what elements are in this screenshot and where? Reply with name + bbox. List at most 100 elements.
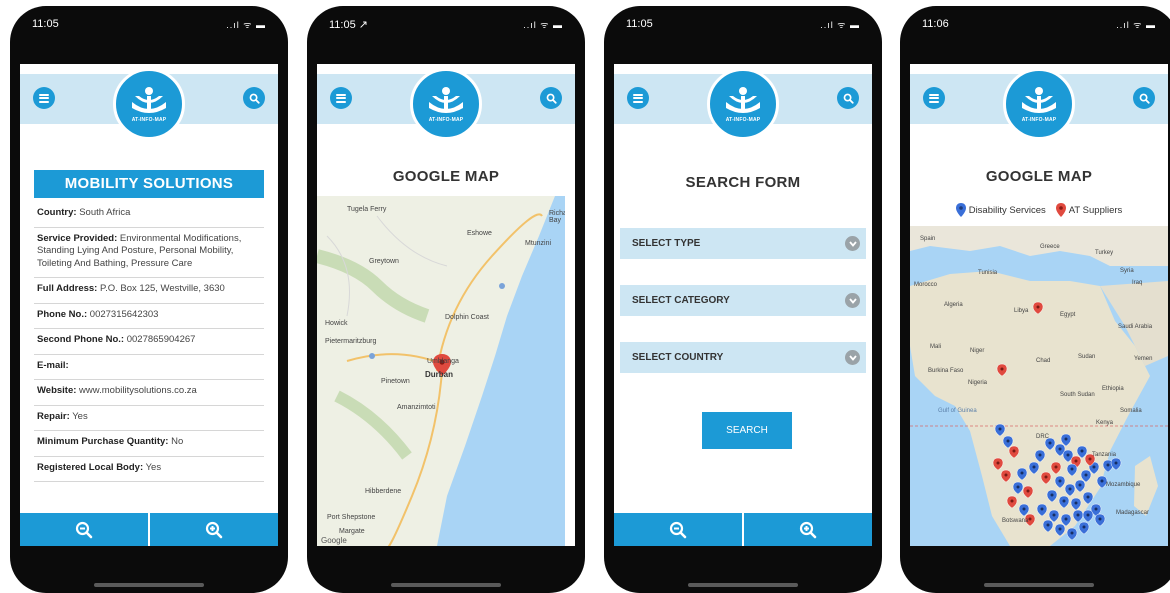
zoom-bar xyxy=(20,513,278,546)
logo-text: AT-INFO-MAP xyxy=(725,116,761,123)
map-screen: AT-INFO-MAP GOOGLE MAP Tugela Ferry Rich… xyxy=(317,64,575,546)
logo-text: AT-INFO-MAP xyxy=(428,116,464,123)
status-time: 11:05 xyxy=(626,18,653,30)
map-label: Mtunzini xyxy=(525,240,552,247)
select-category[interactable]: SELECT CATEGORY xyxy=(620,285,866,316)
detail-row-second-phone[interactable]: Second Phone No.: 0027865904267 xyxy=(34,329,264,355)
map-label: Richards Bay xyxy=(549,210,565,224)
zoom-out-icon xyxy=(75,521,93,538)
chevron-down-icon xyxy=(845,350,860,365)
detail-row-registered: Registered Local Body: Yes xyxy=(34,457,264,482)
detail-row-website[interactable]: Website: www.mobilitysolutions.co.za xyxy=(34,380,264,406)
menu-icon[interactable] xyxy=(330,87,352,109)
app-logo: AT-INFO-MAP xyxy=(410,68,482,140)
phone-frame-details: 11:05 ..ıl ᯤ ▬ AT-INFO-MAP MOBILITY SOLU… xyxy=(10,6,288,593)
search-icon[interactable] xyxy=(837,87,859,109)
chevron-down-icon xyxy=(845,293,860,308)
map-label: Tugela Ferry xyxy=(347,206,387,213)
zoom-out-button[interactable] xyxy=(20,513,148,546)
zoom-in-button[interactable] xyxy=(742,513,872,546)
map-label: Algeria xyxy=(944,302,963,308)
map-label: Nigeria xyxy=(968,380,988,386)
status-icons: ..ıl ᯤ ▬ xyxy=(523,20,563,30)
map-label: Greytown xyxy=(369,258,399,265)
app-logo: AT-INFO-MAP xyxy=(113,68,185,140)
map-label: Port Shepstone xyxy=(327,514,376,521)
legend-disability: Disability Services xyxy=(955,203,1046,217)
map-label: Saudi Arabia xyxy=(1118,324,1153,330)
map-label: Eshowe xyxy=(467,230,492,237)
google-map[interactable]: Tugela Ferry Richards Bay Eshowe Mtunzin… xyxy=(317,196,565,546)
map-label: Morocco xyxy=(914,282,938,288)
map-label: Turkey xyxy=(1095,250,1114,256)
detail-list: Country: South Africa Service Provided: … xyxy=(34,202,264,482)
google-attribution: Google xyxy=(321,536,347,545)
map-label: Sudan xyxy=(1078,354,1096,360)
logo-text: AT-INFO-MAP xyxy=(131,116,167,123)
map-label: Iraq xyxy=(1132,280,1143,286)
map-label: Mali xyxy=(930,344,942,350)
zoom-in-icon xyxy=(799,521,817,538)
chevron-down-icon xyxy=(845,236,860,251)
home-indicator xyxy=(688,583,798,587)
map-pin-icon xyxy=(955,203,966,217)
status-icons: ..ıl ᯤ ▬ xyxy=(1116,20,1156,30)
google-map[interactable]: Spain Greece Turkey Tunisia Syria Iraq M… xyxy=(910,226,1168,546)
map-label: Dolphin Coast xyxy=(445,314,489,321)
menu-icon[interactable] xyxy=(923,87,945,109)
map-label: Greece xyxy=(1040,244,1060,250)
phone-frame-search: 11:05 ..ıl ᯤ ▬ AT-INFO-MAP SEARCH FORM S… xyxy=(604,6,882,593)
phone-frame-map: 11:05 ↗ ..ıl ᯤ ▬ AT-INFO-MAP GOOGLE MAP xyxy=(307,6,585,593)
map-label: Pinetown xyxy=(381,378,410,385)
detail-row-services: Service Provided: Environmental Modifica… xyxy=(34,228,264,278)
legend-suppliers: AT Suppliers xyxy=(1055,203,1122,217)
map-label: Egypt xyxy=(1060,312,1076,318)
status-bar: 11:05 ↗ ..ıl ᯤ ▬ xyxy=(307,6,585,46)
logo-text: AT-INFO-MAP xyxy=(1021,116,1057,123)
status-time: 11:06 xyxy=(922,18,949,30)
map-label: Pietermaritzburg xyxy=(325,338,377,345)
search-button[interactable]: SEARCH xyxy=(702,412,792,449)
status-bar: 11:06 ..ıl ᯤ ▬ xyxy=(900,6,1170,46)
search-icon[interactable] xyxy=(1133,87,1155,109)
app-logo: AT-INFO-MAP xyxy=(1003,68,1075,140)
menu-icon[interactable] xyxy=(627,87,649,109)
status-time: 11:05 xyxy=(32,18,59,30)
status-icons: ..ıl ᯤ ▬ xyxy=(226,20,266,30)
app-logo: AT-INFO-MAP xyxy=(707,68,779,140)
menu-icon[interactable] xyxy=(33,87,55,109)
map-label: Tunisia xyxy=(978,270,998,276)
detail-row-email[interactable]: E-mail: xyxy=(34,355,264,380)
select-type[interactable]: SELECT TYPE xyxy=(620,228,866,259)
map-label: Niger xyxy=(970,348,985,354)
logo-figure-icon xyxy=(726,86,760,113)
map-label: Durban xyxy=(425,370,453,379)
map-label: Ethiopia xyxy=(1102,386,1124,392)
map-label: Syria xyxy=(1120,268,1134,274)
zoom-in-button[interactable] xyxy=(148,513,278,546)
select-country[interactable]: SELECT COUNTRY xyxy=(620,342,866,373)
map-label: Yemen xyxy=(1134,356,1153,362)
zoom-in-icon xyxy=(205,521,223,538)
detail-row-phone[interactable]: Phone No.: 0027315642303 xyxy=(34,304,264,329)
page-title: GOOGLE MAP xyxy=(392,168,500,185)
logo-figure-icon xyxy=(132,86,166,113)
search-icon[interactable] xyxy=(540,87,562,109)
map-legend: Disability Services AT Suppliers xyxy=(910,200,1168,220)
map-label: DRC xyxy=(1036,434,1049,440)
search-icon[interactable] xyxy=(243,87,265,109)
zoom-bar xyxy=(614,513,872,546)
map-label: Howick xyxy=(325,320,348,327)
map-label: Hibberdene xyxy=(365,488,402,495)
map-label: Tanzania xyxy=(1092,452,1117,458)
africa-map-screen: AT-INFO-MAP GOOGLE MAP Disability Servic… xyxy=(910,64,1168,546)
zoom-out-button[interactable] xyxy=(614,513,742,546)
map-label: Margate xyxy=(339,528,365,535)
map-label: Kenya xyxy=(1096,420,1114,426)
map-label: Somalia xyxy=(1120,408,1142,414)
zoom-out-icon xyxy=(669,521,687,538)
map-label: Chad xyxy=(1036,358,1051,364)
logo-figure-icon xyxy=(429,86,463,113)
page-title: GOOGLE MAP xyxy=(985,168,1093,185)
map-label: Amanzimtoti xyxy=(397,404,436,411)
